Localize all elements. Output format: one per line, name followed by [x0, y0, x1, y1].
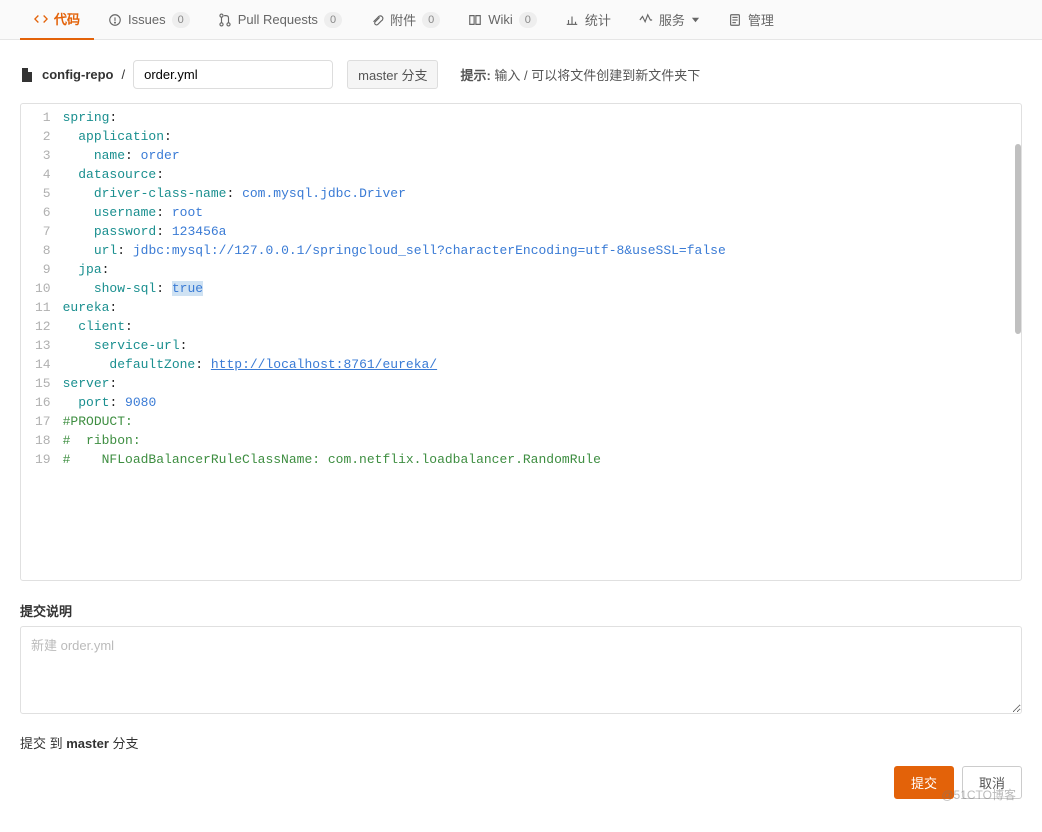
tab-pulls[interactable]: Pull Requests 0: [204, 0, 356, 40]
code-line[interactable]: spring:: [63, 108, 726, 127]
badge-issues: 0: [172, 12, 190, 28]
manage-icon: [728, 13, 742, 27]
tab-services-label: 服务: [659, 10, 685, 29]
line-number: 14: [35, 355, 51, 374]
code-line[interactable]: show-sql: true: [63, 279, 726, 298]
tab-wiki-label: Wiki: [488, 12, 513, 27]
line-number: 15: [35, 374, 51, 393]
line-number: 11: [35, 298, 51, 317]
code-area[interactable]: spring: application: name: order datasou…: [59, 104, 726, 473]
line-number: 3: [35, 146, 51, 165]
code-editor[interactable]: 12345678910111213141516171819 spring: ap…: [20, 103, 1022, 581]
chevron-down-icon: [691, 15, 700, 24]
code-line[interactable]: username: root: [63, 203, 726, 222]
commit-target: 提交 到 master 分支: [20, 733, 1022, 752]
tab-code[interactable]: 代码: [20, 0, 94, 40]
tab-wiki[interactable]: Wiki 0: [454, 0, 551, 40]
line-number: 19: [35, 450, 51, 469]
line-number: 18: [35, 431, 51, 450]
tab-attachments-label: 附件: [390, 10, 416, 29]
code-line[interactable]: #PRODUCT:: [63, 412, 726, 431]
badge-pulls: 0: [324, 12, 342, 28]
line-number-gutter: 12345678910111213141516171819: [21, 104, 59, 473]
services-icon: [639, 13, 653, 27]
badge-wiki: 0: [519, 12, 537, 28]
line-number: 17: [35, 412, 51, 431]
code-line[interactable]: server:: [63, 374, 726, 393]
tab-code-label: 代码: [54, 9, 80, 28]
line-number: 13: [35, 336, 51, 355]
tab-stats[interactable]: 统计: [551, 0, 625, 40]
tab-manage-label: 管理: [748, 10, 774, 29]
filename-input[interactable]: [133, 60, 333, 89]
line-number: 6: [35, 203, 51, 222]
tab-services[interactable]: 服务: [625, 0, 714, 40]
commit-message-input[interactable]: [20, 626, 1022, 714]
scrollbar-thumb[interactable]: [1015, 144, 1021, 334]
code-line[interactable]: application:: [63, 127, 726, 146]
cancel-button[interactable]: 取消: [962, 766, 1022, 799]
stats-icon: [565, 13, 579, 27]
tab-issues[interactable]: Issues 0: [94, 0, 204, 40]
line-number: 7: [35, 222, 51, 241]
commit-message-label: 提交说明: [20, 601, 1022, 620]
line-number: 5: [35, 184, 51, 203]
code-line[interactable]: # ribbon:: [63, 431, 726, 450]
code-line[interactable]: datasource:: [63, 165, 726, 184]
line-number: 10: [35, 279, 51, 298]
code-line[interactable]: client:: [63, 317, 726, 336]
code-line[interactable]: service-url:: [63, 336, 726, 355]
path-separator: /: [122, 67, 126, 82]
branch-label: master 分支: [347, 60, 438, 89]
attachment-icon: [370, 13, 384, 27]
line-number: 8: [35, 241, 51, 260]
badge-attachments: 0: [422, 12, 440, 28]
tab-pulls-label: Pull Requests: [238, 12, 318, 27]
line-number: 12: [35, 317, 51, 336]
code-line[interactable]: jpa:: [63, 260, 726, 279]
repo-tabs: 代码 Issues 0 Pull Requests 0 附件 0 Wiki 0 …: [0, 0, 1042, 40]
code-line[interactable]: url: jdbc:mysql://127.0.0.1/springcloud_…: [63, 241, 726, 260]
repo-name: config-repo: [42, 67, 114, 82]
pulls-icon: [218, 13, 232, 27]
issues-icon: [108, 13, 122, 27]
tab-issues-label: Issues: [128, 12, 166, 27]
file-path-line: config-repo / master 分支 提示: 输入 / 可以将文件创建…: [20, 60, 1022, 89]
action-buttons: 提交 取消 @51CTO博客: [20, 766, 1022, 799]
line-number: 2: [35, 127, 51, 146]
line-number: 1: [35, 108, 51, 127]
tab-stats-label: 统计: [585, 10, 611, 29]
code-line[interactable]: defaultZone: http://localhost:8761/eurek…: [63, 355, 726, 374]
tab-manage[interactable]: 管理: [714, 0, 788, 40]
file-icon: [20, 67, 34, 83]
line-number: 4: [35, 165, 51, 184]
line-number: 16: [35, 393, 51, 412]
code-line[interactable]: name: order: [63, 146, 726, 165]
code-line[interactable]: password: 123456a: [63, 222, 726, 241]
path-hint: 提示: 输入 / 可以将文件创建到新文件夹下: [460, 65, 700, 84]
tab-attachments[interactable]: 附件 0: [356, 0, 454, 40]
code-line[interactable]: # NFLoadBalancerRuleClassName: com.netfl…: [63, 450, 726, 469]
code-icon: [34, 12, 48, 26]
code-line[interactable]: port: 9080: [63, 393, 726, 412]
submit-button[interactable]: 提交: [894, 766, 954, 799]
content-area: config-repo / master 分支 提示: 输入 / 可以将文件创建…: [0, 40, 1042, 819]
line-number: 9: [35, 260, 51, 279]
code-line[interactable]: driver-class-name: com.mysql.jdbc.Driver: [63, 184, 726, 203]
wiki-icon: [468, 13, 482, 27]
code-line[interactable]: eureka:: [63, 298, 726, 317]
